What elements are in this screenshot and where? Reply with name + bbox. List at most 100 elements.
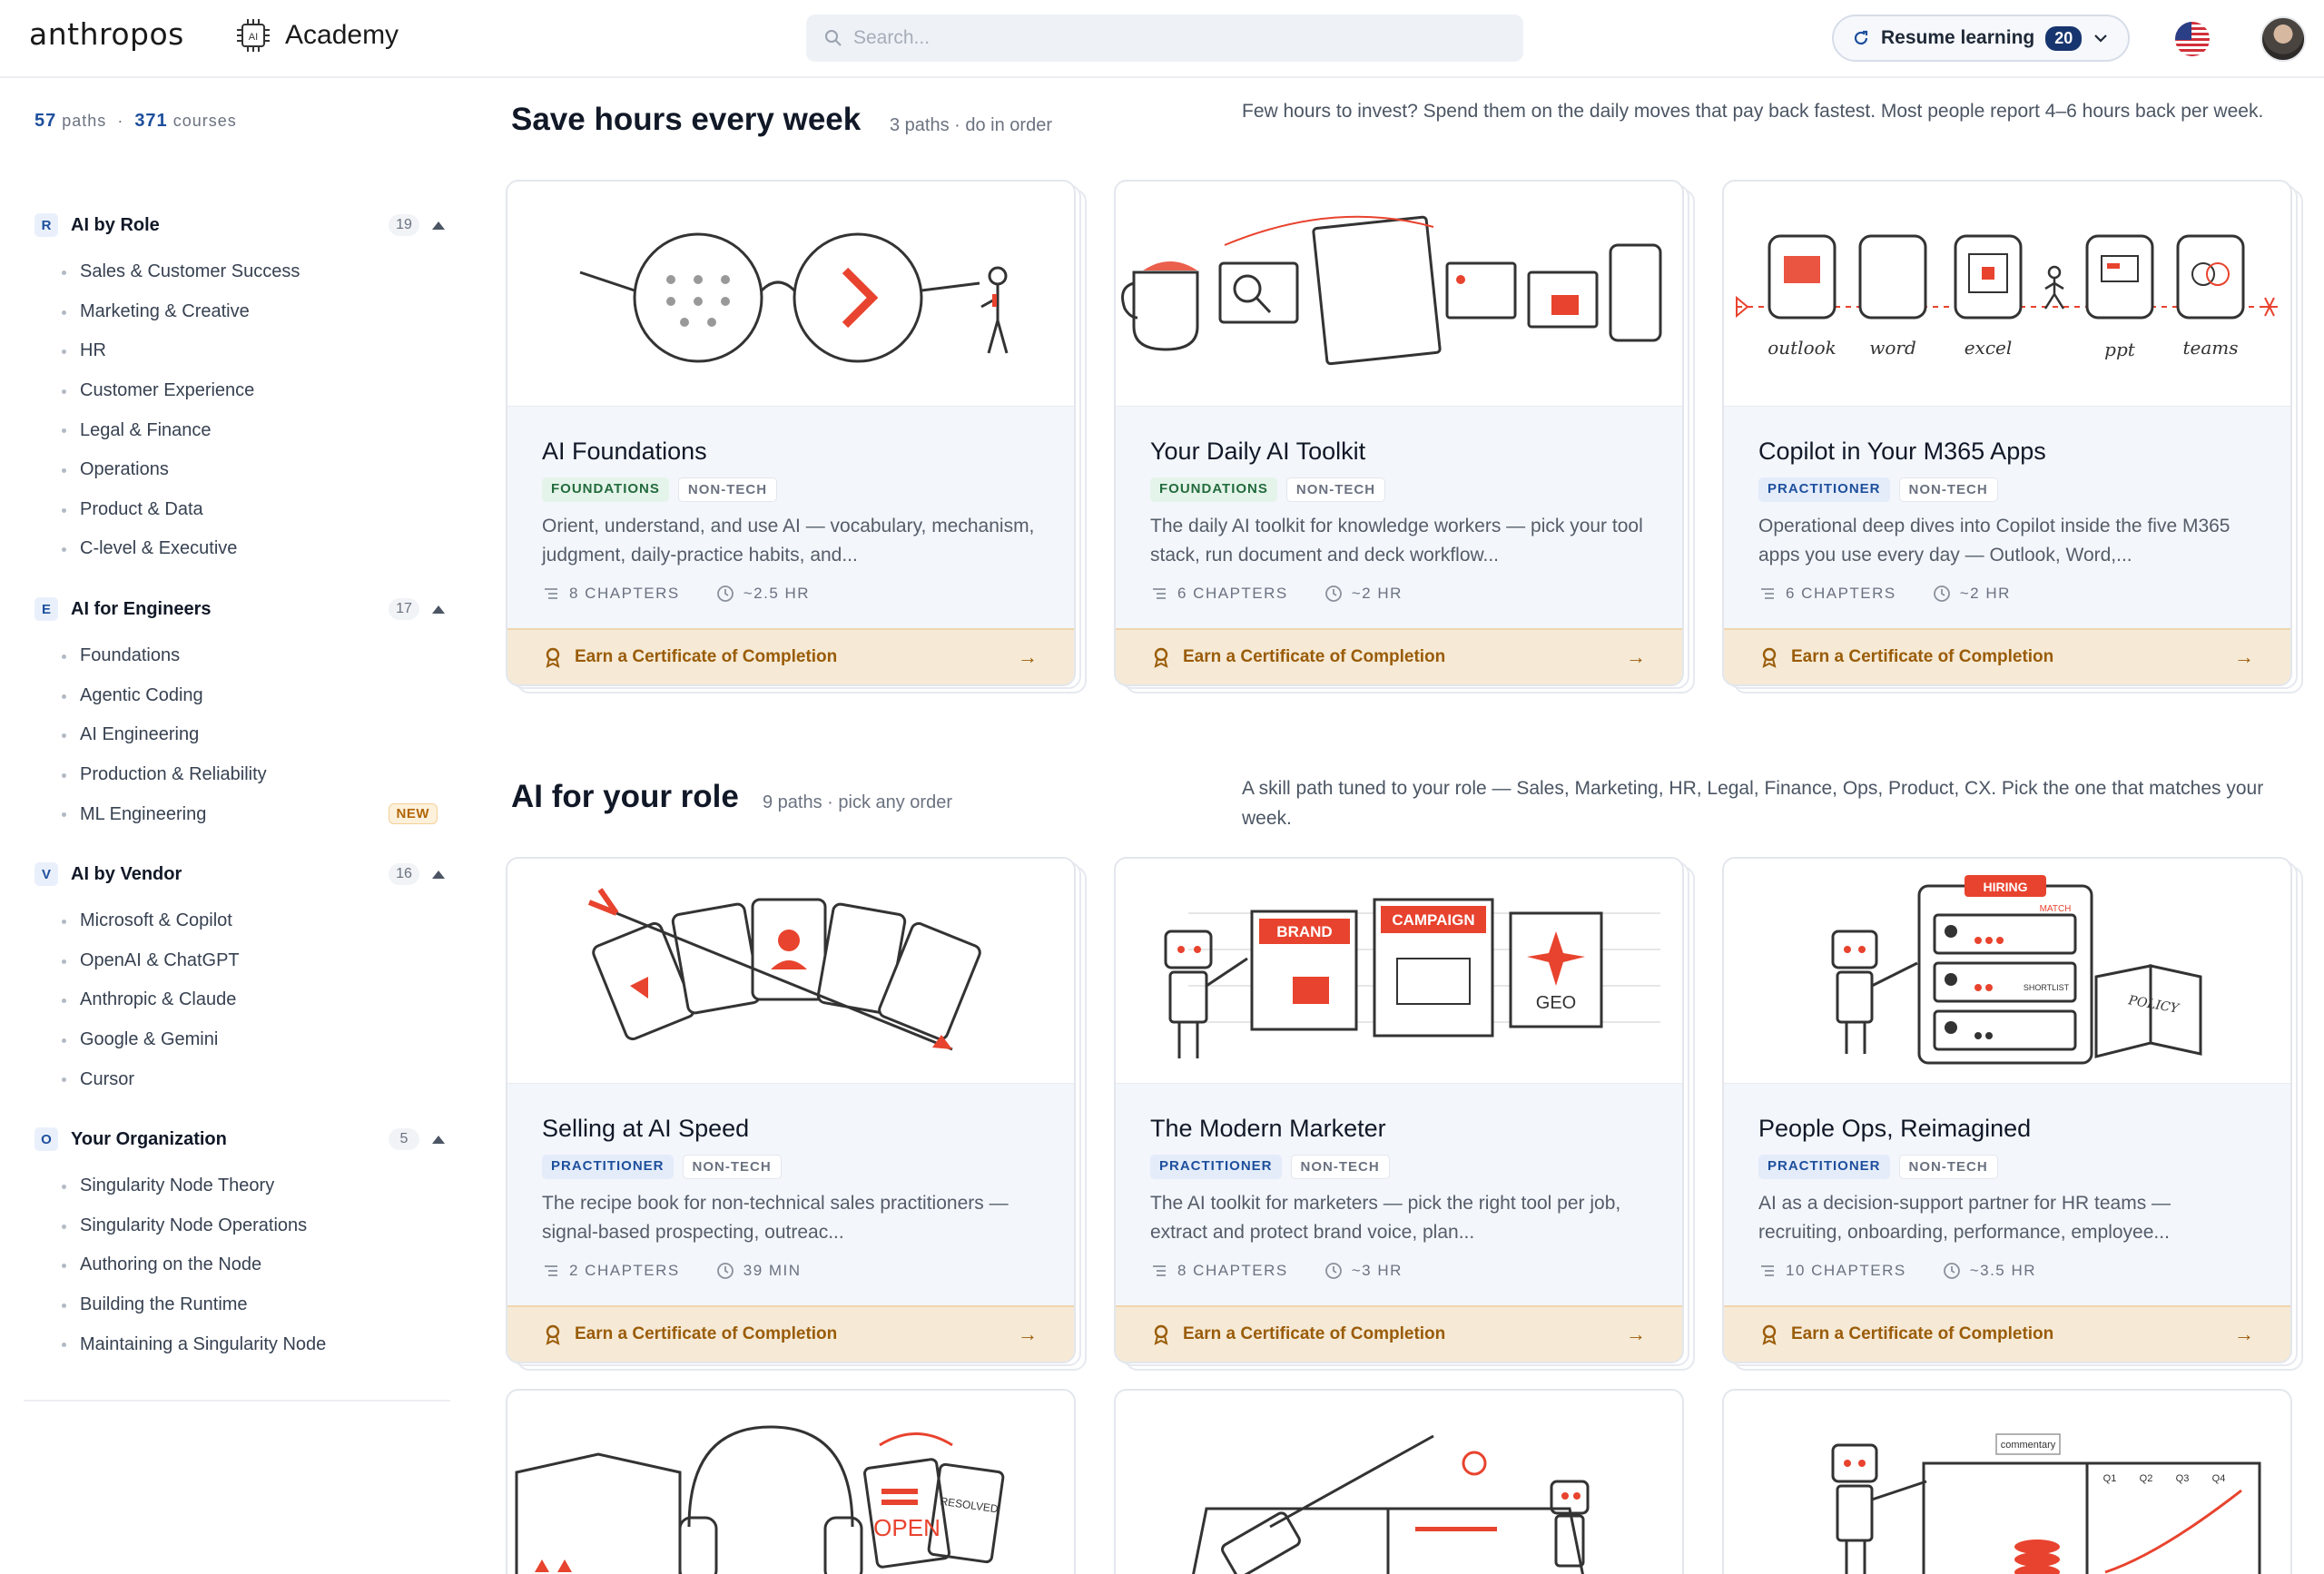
sidebar-group-header[interactable]: V AI by Vendor 16: [34, 856, 450, 892]
certificate-link[interactable]: Earn a Certificate of Completion →: [1116, 1305, 1682, 1362]
academy-link[interactable]: AI Academy: [234, 16, 399, 54]
collapse-caret-icon[interactable]: [432, 605, 445, 614]
card-body[interactable]: [1114, 1389, 1684, 1574]
us-flag-icon[interactable]: [2175, 22, 2210, 56]
level-tag: PRACTITIONER: [1150, 1155, 1282, 1179]
sidebar-item[interactable]: HR: [34, 331, 450, 371]
sidebar-item[interactable]: Sales & Customer Success: [34, 252, 450, 292]
card-description: Operational deep dives into Copilot insi…: [1758, 516, 2230, 566]
sidebar-item[interactable]: Singularity Node Theory: [34, 1166, 450, 1206]
certificate-link[interactable]: Earn a Certificate of Completion →: [1116, 628, 1682, 684]
art-label: Q2: [2140, 1473, 2153, 1484]
sidebar-item[interactable]: Singularity Node Operations: [34, 1206, 450, 1246]
user-avatar[interactable]: [2260, 16, 2306, 62]
award-icon: [1762, 1324, 1777, 1345]
search-bar[interactable]: [806, 15, 1523, 62]
sidebar-item[interactable]: OpenAI & ChatGPT: [34, 941, 450, 981]
marketing-board-illustration: BRAND CAMPAIGN GEO: [1164, 898, 1660, 1058]
ai-chip-icon: AI: [237, 19, 270, 52]
sidebar-item[interactable]: Anthropic & Claude: [34, 980, 450, 1020]
refresh-icon: [1854, 30, 1868, 45]
art-label: OPEN: [873, 1514, 940, 1541]
collapse-caret-icon[interactable]: [432, 221, 445, 230]
card-body[interactable]: outlook word excel ppt teams Copilot in …: [1722, 180, 2292, 686]
chapters-icon: [1153, 1265, 1166, 1276]
art-label: RESOLVED: [940, 1495, 1000, 1516]
chapters-icon: [545, 1265, 557, 1276]
sidebar-item[interactable]: Foundations: [34, 636, 450, 676]
course-card-selling-ai-speed[interactable]: Selling at AI Speed PRACTITIONER NON-TEC…: [506, 857, 1087, 1371]
clock-icon: [1943, 1263, 1960, 1279]
resume-learning-button[interactable]: Resume learning 20: [1832, 15, 2130, 62]
arrow-right-icon: →: [1018, 645, 1038, 668]
course-card-copilot-m365[interactable]: outlook word excel ppt teams Copilot in …: [1722, 180, 2303, 694]
sidebar-item-ml-engineering[interactable]: ML Engineering NEW: [34, 794, 450, 834]
award-icon: [1154, 1324, 1168, 1345]
certificate-link[interactable]: Earn a Certificate of Completion →: [507, 1305, 1074, 1362]
sidebar-item[interactable]: Agentic Coding: [34, 676, 450, 716]
course-card-modern-marketer[interactable]: BRAND CAMPAIGN GEO The Modern Marketer P…: [1114, 857, 1695, 1371]
course-card-partial[interactable]: commentary Q1 Q2 Q3 Q4: [1722, 1389, 2292, 1574]
chapters-count: 10 CHAPTERS: [1786, 1262, 1906, 1279]
courses-count: 371: [134, 111, 168, 131]
card-body[interactable]: BRAND CAMPAIGN GEO The Modern Marketer P…: [1114, 857, 1684, 1363]
brand-logo[interactable]: anthropos: [29, 16, 184, 52]
sidebar-item[interactable]: Legal & Finance: [34, 410, 450, 450]
art-label: GEO: [1536, 993, 1576, 1013]
card-body[interactable]: commentary Q1 Q2 Q3 Q4: [1722, 1389, 2292, 1574]
collapse-caret-icon[interactable]: [432, 1135, 445, 1144]
arrow-right-icon: →: [2234, 1323, 2254, 1345]
certificate-link[interactable]: Earn a Certificate of Completion →: [507, 628, 1074, 684]
sidebar-item[interactable]: AI Engineering: [34, 715, 450, 755]
sidebar-group-header[interactable]: O Your Organization 5: [34, 1121, 450, 1157]
section-description: A skill path tuned to your role — Sales,…: [1242, 778, 2264, 829]
card-body[interactable]: Selling at AI Speed PRACTITIONER NON-TEC…: [506, 857, 1076, 1363]
chapters-count: 2 CHAPTERS: [569, 1262, 680, 1279]
clock-icon: [716, 1263, 734, 1279]
level-tag: FOUNDATIONS: [542, 477, 669, 502]
sidebar-item[interactable]: Google & Gemini: [34, 1020, 450, 1060]
arrow-right-icon: →: [2234, 645, 2254, 668]
resume-learning-label: Resume learning: [1881, 27, 2035, 48]
sidebar-item[interactable]: Production & Reliability: [34, 755, 450, 795]
card-body[interactable]: OPEN RESOLVED: [506, 1389, 1076, 1574]
sidebar-item[interactable]: Building the Runtime: [34, 1285, 450, 1325]
sidebar-item[interactable]: Customer Experience: [34, 371, 450, 411]
award-icon: [546, 1324, 560, 1345]
card-body[interactable]: Your Daily AI Toolkit FOUNDATIONS NON-TE…: [1114, 180, 1684, 686]
course-card-people-ops[interactable]: HIRING MATCH SHORTLIST POLICY People Ops…: [1722, 857, 2303, 1371]
card-title: Copilot in Your M365 Apps: [1758, 438, 2046, 465]
academy-label: Academy: [285, 20, 399, 50]
sidebar-group-header[interactable]: E AI for Engineers 17: [34, 591, 450, 627]
course-card-ai-foundations[interactable]: AI Foundations FOUNDATIONS NON-TECH Orie…: [506, 180, 1087, 694]
collapse-caret-icon[interactable]: [432, 870, 445, 879]
card-body[interactable]: AI Foundations FOUNDATIONS NON-TECH Orie…: [506, 180, 1076, 686]
sidebar-item[interactable]: Maintaining a Singularity Node: [34, 1324, 450, 1364]
sidebar-item[interactable]: Product & Data: [34, 490, 450, 530]
sidebar-item[interactable]: C-level & Executive: [34, 529, 450, 569]
search-icon: [825, 30, 842, 46]
card-description: Orient, understand, and use AI — vocabul…: [542, 516, 1035, 566]
playing-cards-illustration: [587, 888, 981, 1051]
sidebar-item[interactable]: Cursor: [34, 1059, 450, 1099]
course-card-daily-ai-toolkit[interactable]: Your Daily AI Toolkit FOUNDATIONS NON-TE…: [1114, 180, 1695, 694]
art-label: SHORTLIST: [2024, 983, 2070, 992]
sidebar-item[interactable]: Marketing & Creative: [34, 292, 450, 332]
sidebar-group-header[interactable]: R AI by Role 19: [34, 207, 450, 243]
sidebar-item[interactable]: Microsoft & Copilot: [34, 901, 450, 941]
certificate-link[interactable]: Earn a Certificate of Completion →: [1724, 1305, 2290, 1362]
search-input[interactable]: [853, 27, 1489, 49]
chapters-count: 8 CHAPTERS: [569, 585, 680, 602]
sidebar-group-your-organization: O Your Organization 5 Singularity Node T…: [34, 1121, 450, 1364]
sidebar-item[interactable]: Authoring on the Node: [34, 1245, 450, 1285]
sidebar-item[interactable]: Operations: [34, 450, 450, 490]
section-description: Few hours to invest? Spend them on the d…: [1242, 101, 2264, 122]
card-illustration: outlook word excel ppt teams: [1724, 182, 2290, 407]
paths-count: 57: [34, 111, 57, 131]
card-body[interactable]: HIRING MATCH SHORTLIST POLICY People Ops…: [1722, 857, 2292, 1363]
course-card-partial[interactable]: OPEN RESOLVED: [506, 1389, 1076, 1574]
art-label: Q3: [2176, 1473, 2190, 1484]
course-card-partial[interactable]: [1114, 1389, 1684, 1574]
art-label: word: [1869, 337, 1916, 359]
certificate-link[interactable]: Earn a Certificate of Completion →: [1724, 628, 2290, 684]
